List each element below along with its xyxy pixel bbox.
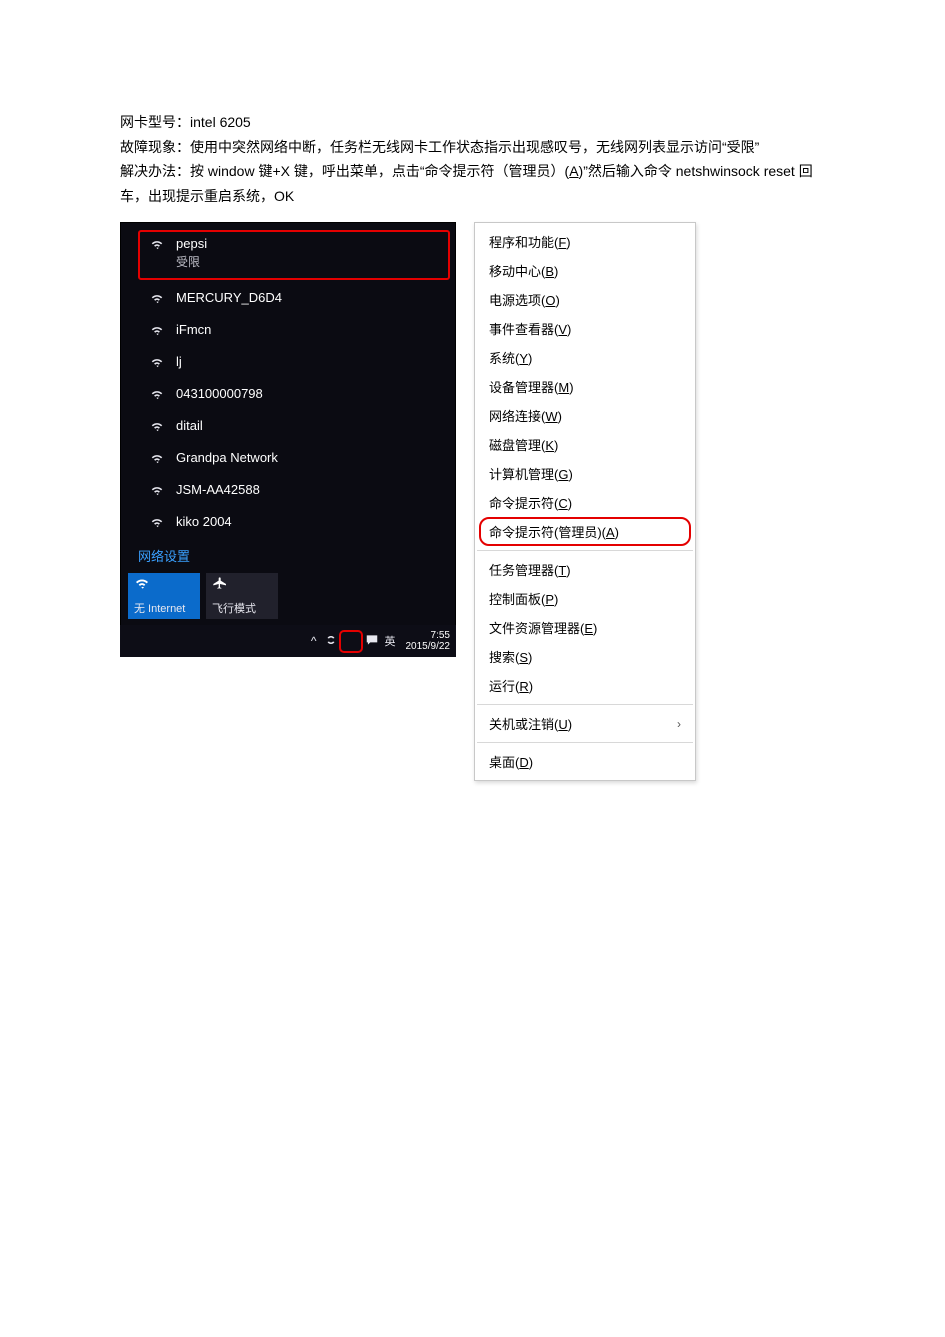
wifi-icon bbox=[134, 576, 194, 594]
winx-menu-item[interactable]: 任务管理器(T) bbox=[475, 555, 695, 584]
quick-tile-airplane-label: 飞行模式 bbox=[212, 600, 272, 619]
quick-tile-airplane[interactable]: 飞行模式 bbox=[206, 573, 278, 619]
winx-menu-item[interactable]: 文件资源管理器(E) bbox=[475, 613, 695, 642]
wifi-network-item[interactable]: ditail bbox=[120, 412, 456, 444]
doc-line-solution: 解决办法：按 window 键+X 键，呼出菜单，点击“命令提示符（管理员）(A… bbox=[120, 159, 825, 208]
winx-menu-item[interactable]: 磁盘管理(K) bbox=[475, 430, 695, 459]
wifi-network-name: MERCURY_D6D4 bbox=[176, 290, 282, 305]
wifi-signal-icon bbox=[148, 388, 166, 402]
wifi-network-name: iFmcn bbox=[176, 322, 211, 337]
wifi-signal-icon bbox=[148, 238, 166, 252]
wifi-network-item[interactable]: pepsi 受限 bbox=[138, 230, 450, 280]
tray-highlighted-group bbox=[341, 632, 361, 651]
winx-menu-item-label: 计算机管理(G) bbox=[489, 464, 573, 483]
action-center-icon[interactable] bbox=[365, 633, 379, 650]
airplane-icon bbox=[212, 576, 272, 594]
winx-menu-item[interactable]: 计算机管理(G) bbox=[475, 459, 695, 488]
winx-menu-item-label: 文件资源管理器(E) bbox=[489, 618, 597, 637]
winx-menu-item-label: 移动中心(B) bbox=[489, 261, 558, 280]
winx-menu-item[interactable]: 关机或注销(U) › bbox=[475, 709, 695, 738]
winx-menu-separator bbox=[477, 742, 693, 743]
winx-menu-item-label: 搜索(S) bbox=[489, 647, 532, 666]
winx-menu-item-label: 设备管理器(M) bbox=[489, 377, 574, 396]
wifi-signal-icon bbox=[148, 484, 166, 498]
winx-menu-item[interactable]: 程序和功能(F) bbox=[475, 227, 695, 256]
winx-menu-item[interactable]: 事件查看器(V) bbox=[475, 314, 695, 343]
winx-menu-item[interactable]: 系统(Y) bbox=[475, 343, 695, 372]
wifi-signal-icon bbox=[148, 420, 166, 434]
wifi-network-item[interactable]: 043100000798 bbox=[120, 380, 456, 412]
winx-menu-item-label: 命令提示符(C) bbox=[489, 493, 572, 512]
winx-menu-item-label: 任务管理器(T) bbox=[489, 560, 571, 579]
wifi-network-name: JSM-AA42588 bbox=[176, 482, 260, 497]
wifi-network-name: kiko 2004 bbox=[176, 514, 232, 529]
winx-menu-item-label: 电源选项(O) bbox=[489, 290, 560, 309]
chevron-right-icon: › bbox=[677, 717, 681, 731]
winx-menu-item-label: 事件查看器(V) bbox=[489, 319, 571, 338]
wifi-network-name: pepsi bbox=[176, 236, 207, 251]
winx-menu-item[interactable]: 移动中心(B) bbox=[475, 256, 695, 285]
onedrive-icon[interactable] bbox=[325, 634, 337, 649]
doc-model-value: intel 6205 bbox=[190, 114, 251, 130]
wifi-network-item[interactable]: lj bbox=[120, 348, 456, 380]
winx-menu-item-label: 网络连接(W) bbox=[489, 406, 562, 425]
wifi-signal-icon bbox=[148, 452, 166, 466]
winx-menu-item[interactable]: 电源选项(O) bbox=[475, 285, 695, 314]
tray-overflow-chevron-icon[interactable]: ^ bbox=[311, 634, 317, 648]
wifi-network-item[interactable]: Grandpa Network bbox=[120, 444, 456, 476]
wifi-network-item[interactable]: iFmcn bbox=[120, 316, 456, 348]
wifi-network-status: 受限 bbox=[176, 253, 207, 270]
winx-menu-item[interactable]: 命令提示符(管理员)(A) bbox=[479, 517, 691, 546]
quick-tile-wifi[interactable]: 无 Internet bbox=[128, 573, 200, 619]
winx-menu-item-label: 控制面板(P) bbox=[489, 589, 558, 608]
taskbar-clock[interactable]: 7:55 2015/9/22 bbox=[406, 630, 451, 653]
doc-text: 网卡型号：intel 6205 故障现象：使用中突然网络中断，任务栏无线网卡工作… bbox=[120, 110, 825, 208]
winx-menu-item[interactable]: 运行(R) bbox=[475, 671, 695, 700]
winx-menu-item-label: 磁盘管理(K) bbox=[489, 435, 558, 454]
wifi-network-name: 043100000798 bbox=[176, 386, 263, 401]
winx-menu-item-label: 关机或注销(U) bbox=[489, 714, 572, 733]
doc-line-model: 网卡型号：intel 6205 bbox=[120, 110, 825, 135]
quick-actions-row: 无 Internet 飞行模式 bbox=[120, 573, 456, 625]
taskbar-time: 7:55 bbox=[406, 630, 451, 642]
wifi-flyout: pepsi 受限 MERCURY_D6D4 iFmcn lj 043100000798 di… bbox=[120, 222, 456, 657]
ime-indicator[interactable]: 英 bbox=[385, 633, 396, 649]
wifi-signal-icon bbox=[148, 356, 166, 370]
doc-line-symptom: 故障现象：使用中突然网络中断，任务栏无线网卡工作状态指示出现感叹号，无线网列表显… bbox=[120, 135, 825, 160]
winx-menu-item-label: 系统(Y) bbox=[489, 348, 532, 367]
winx-menu-separator bbox=[477, 550, 693, 551]
doc-model-label: 网卡型号： bbox=[120, 114, 190, 130]
taskbar-date: 2015/9/22 bbox=[406, 641, 451, 653]
winx-menu-item[interactable]: 搜索(S) bbox=[475, 642, 695, 671]
winx-menu-item[interactable]: 桌面(D) bbox=[475, 747, 695, 776]
winx-menu: 程序和功能(F) 移动中心(B) 电源选项(O) 事件查看器(V) 系统(Y) 设备管理器… bbox=[474, 222, 696, 781]
wifi-network-name: Grandpa Network bbox=[176, 450, 278, 465]
winx-menu-item-label: 程序和功能(F) bbox=[489, 232, 571, 251]
wifi-signal-icon bbox=[148, 324, 166, 338]
wifi-signal-icon bbox=[148, 292, 166, 306]
wifi-network-name: ditail bbox=[176, 418, 203, 433]
wifi-network-name: lj bbox=[176, 354, 182, 369]
wifi-network-item[interactable]: MERCURY_D6D4 bbox=[120, 284, 456, 316]
network-settings-link[interactable]: 网络设置 bbox=[120, 540, 456, 573]
winx-menu-item-label: 桌面(D) bbox=[489, 752, 533, 771]
wifi-network-item[interactable]: JSM-AA42588 bbox=[120, 476, 456, 508]
wifi-list: pepsi 受限 MERCURY_D6D4 iFmcn lj 043100000798 di… bbox=[120, 222, 456, 540]
taskbar: ^ 英 bbox=[120, 625, 456, 657]
winx-menu-item[interactable]: 网络连接(W) bbox=[475, 401, 695, 430]
quick-tile-wifi-label: 无 Internet bbox=[134, 600, 194, 619]
winx-menu-item[interactable]: 控制面板(P) bbox=[475, 584, 695, 613]
winx-menu-item[interactable]: 命令提示符(C) bbox=[475, 488, 695, 517]
wifi-signal-icon bbox=[148, 516, 166, 530]
wifi-network-item[interactable]: kiko 2004 bbox=[120, 508, 456, 540]
winx-menu-item-label: 命令提示符(管理员)(A) bbox=[489, 522, 619, 541]
winx-menu-separator bbox=[477, 704, 693, 705]
winx-menu-item[interactable]: 设备管理器(M) bbox=[475, 372, 695, 401]
winx-menu-item-label: 运行(R) bbox=[489, 676, 533, 695]
